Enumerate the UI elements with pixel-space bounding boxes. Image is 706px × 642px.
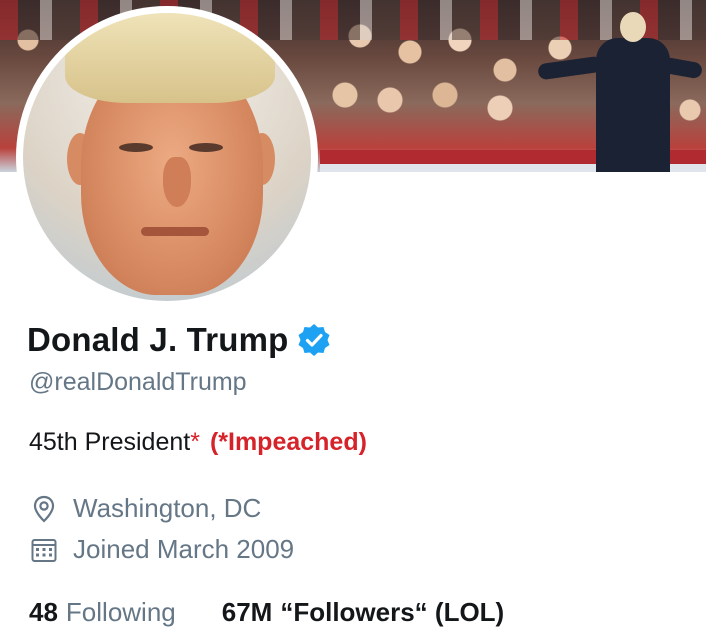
location-pin-icon xyxy=(29,494,59,524)
followers-label[interactable]: “Followers“ (LOL) xyxy=(280,597,504,628)
bio-text: 45th President xyxy=(29,428,191,456)
following-label[interactable]: Following xyxy=(66,597,176,628)
profile-handle: @realDonaldTrump xyxy=(29,368,247,396)
verified-badge-icon xyxy=(297,323,331,357)
profile-stats: 48 Following 67M “Followers“ (LOL) xyxy=(29,597,504,628)
display-name: Donald J. Trump xyxy=(27,321,289,358)
avatar-hair xyxy=(65,13,275,103)
bio-note: (*Impeached) xyxy=(209,428,367,456)
joined-text: Joined March 2009 xyxy=(73,534,295,564)
profile-bio: 45th President* (*Impeached) xyxy=(29,428,367,457)
profile-name-row: Donald J. Trump xyxy=(27,318,331,362)
avatar-photo xyxy=(23,13,311,301)
profile-joined: Joined March 2009 xyxy=(29,534,294,565)
followers-count[interactable]: 67M xyxy=(222,597,273,628)
following-count[interactable]: 48 xyxy=(29,597,58,628)
calendar-icon xyxy=(29,535,59,565)
location-text: Washington, DC xyxy=(73,493,262,523)
profile-location: Washington, DC xyxy=(29,493,261,524)
avatar[interactable] xyxy=(16,6,318,308)
banner-speaker-figure xyxy=(537,12,704,172)
bio-asterisk: * xyxy=(190,428,200,456)
